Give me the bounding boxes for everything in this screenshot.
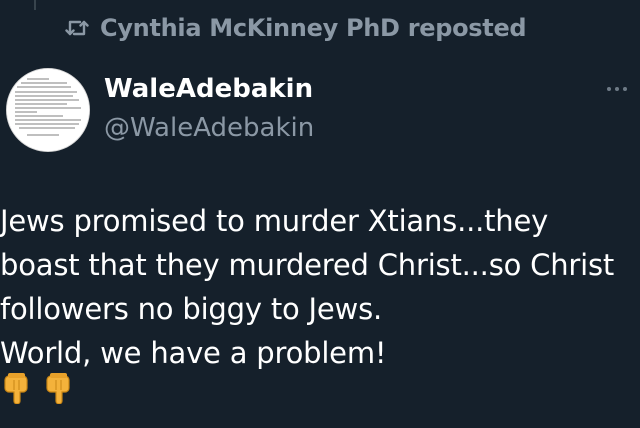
- more-options-icon[interactable]: [606, 80, 628, 92]
- repost-label[interactable]: Cynthia McKinney PhD reposted: [100, 14, 527, 42]
- pointing-down-emoji-icon: [4, 373, 28, 404]
- repost-context: Cynthia McKinney PhD reposted: [64, 14, 527, 42]
- author-handle[interactable]: @WaleAdebakin: [104, 111, 314, 145]
- author-info: WaleAdebakin @WaleAdebakin: [104, 73, 314, 145]
- tweet-emojis: [2, 372, 74, 404]
- pointing-down-emoji-icon: [46, 373, 70, 404]
- tweet-text: Jews promised to murder Xtians...they bo…: [0, 204, 615, 370]
- thread-connector-line: [34, 0, 36, 10]
- repost-icon: [64, 15, 90, 41]
- author-display-name[interactable]: WaleAdebakin: [104, 73, 314, 105]
- avatar[interactable]: [6, 68, 90, 152]
